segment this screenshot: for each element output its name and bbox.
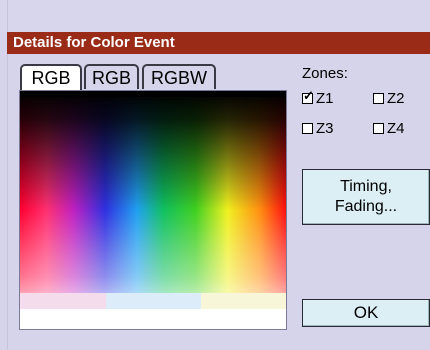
zone-z4-label: Z4 [387, 119, 405, 137]
check-mark-icon: ✓ [303, 87, 314, 103]
zone-z2-checkbox[interactable]: Z2 [373, 89, 405, 107]
checkbox-icon[interactable]: ✓ [302, 88, 314, 104]
checkbox-icon[interactable] [302, 122, 313, 134]
zone-z4-checkbox[interactable]: Z4 [373, 119, 405, 137]
color-palette-swatches[interactable] [20, 91, 286, 329]
zone-z1-checkbox[interactable]: ✓ Z1 [302, 88, 334, 107]
zone-z3-checkbox[interactable]: Z3 [302, 119, 334, 137]
timing-fading-button[interactable]: Timing, Fading... [302, 169, 430, 225]
tab-rgb-alt[interactable]: RGB [84, 64, 139, 89]
checkbox-icon[interactable] [373, 122, 384, 134]
tab-rgbw[interactable]: RGBW [142, 64, 216, 89]
ok-button[interactable]: OK [302, 299, 430, 327]
zone-z3-label: Z3 [316, 119, 334, 137]
zone-z1-label: Z1 [316, 89, 334, 107]
dialog-title: Details for Color Event [7, 32, 430, 54]
checkbox-icon[interactable] [373, 92, 384, 104]
zone-z2-label: Z2 [387, 89, 405, 107]
top-strip [0, 0, 430, 32]
timing-button-line2: Fading... [334, 198, 398, 215]
tab-rgb[interactable]: RGB [20, 64, 82, 92]
timing-button-line1: Timing, [340, 178, 392, 195]
color-palette[interactable] [19, 90, 287, 330]
dialog-background: Details for Color Event RGB RGB RGBW Zon… [0, 0, 430, 350]
zones-label: Zones: [302, 65, 348, 82]
